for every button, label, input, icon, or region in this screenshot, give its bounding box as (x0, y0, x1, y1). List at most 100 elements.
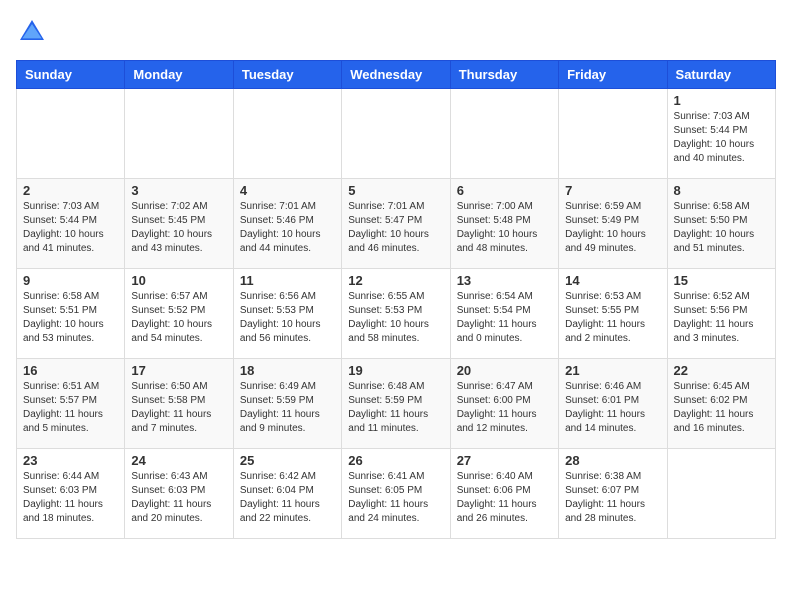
day-info: Sunrise: 6:50 AM Sunset: 5:58 PM Dayligh… (131, 380, 226, 436)
weekday-thursday: Thursday (450, 61, 558, 89)
calendar-cell: 26 Sunrise: 6:41 AM Sunset: 6:05 PM Dayli… (342, 449, 450, 539)
day-info: Sunrise: 6:41 AM Sunset: 6:05 PM Dayligh… (348, 470, 443, 526)
calendar-cell: 5Sunrise: 7:01 AM Sunset: 5:47 PM Daylig… (342, 179, 450, 269)
week-row-1: 2Sunrise: 7:03 AM Sunset: 5:44 PM Daylig… (17, 179, 776, 269)
day-number: 1 (674, 93, 769, 108)
weekday-saturday: Saturday (667, 61, 775, 89)
day-number: 21 (565, 363, 660, 378)
calendar-cell: 21 Sunrise: 6:46 AM Sunset: 6:01 PM Dayli… (559, 359, 667, 449)
day-info: Sunrise: 6:43 AM Sunset: 6:03 PM Dayligh… (131, 470, 226, 526)
calendar-cell: 20 Sunrise: 6:47 AM Sunset: 6:00 PM Dayli… (450, 359, 558, 449)
calendar-cell: 25Sunrise: 6:42 AM Sunset: 6:04 PM Dayli… (233, 449, 341, 539)
calendar-cell: 12 Sunrise: 6:55 AM Sunset: 5:53 PM Dayli… (342, 269, 450, 359)
day-number: 27 (457, 453, 552, 468)
day-info: Sunrise: 6:52 AM Sunset: 5:56 PM Dayligh… (674, 290, 769, 346)
logo (16, 16, 52, 48)
calendar-cell: 19 Sunrise: 6:48 AM Sunset: 5:59 PM Dayli… (342, 359, 450, 449)
day-number: 10 (131, 273, 226, 288)
day-number: 19 (348, 363, 443, 378)
day-info: Sunrise: 6:45 AM Sunset: 6:02 PM Dayligh… (674, 380, 769, 436)
calendar-cell (342, 89, 450, 179)
calendar-cell (667, 449, 775, 539)
day-info: Sunrise: 6:42 AM Sunset: 6:04 PM Dayligh… (240, 470, 335, 526)
day-number: 22 (674, 363, 769, 378)
day-number: 3 (131, 183, 226, 198)
calendar-cell: 3Sunrise: 7:02 AM Sunset: 5:45 PM Daylig… (125, 179, 233, 269)
day-number: 18 (240, 363, 335, 378)
day-number: 16 (23, 363, 118, 378)
day-number: 14 (565, 273, 660, 288)
day-number: 11 (240, 273, 335, 288)
day-number: 28 (565, 453, 660, 468)
weekday-monday: Monday (125, 61, 233, 89)
day-number: 9 (23, 273, 118, 288)
day-info: Sunrise: 7:00 AM Sunset: 5:48 PM Dayligh… (457, 200, 552, 256)
day-info: Sunrise: 6:46 AM Sunset: 6:01 PM Dayligh… (565, 380, 660, 436)
day-info: Sunrise: 6:57 AM Sunset: 5:52 PM Dayligh… (131, 290, 226, 346)
day-info: Sunrise: 6:54 AM Sunset: 5:54 PM Dayligh… (457, 290, 552, 346)
calendar-cell: 6 Sunrise: 7:00 AM Sunset: 5:48 PM Daylig… (450, 179, 558, 269)
day-info: Sunrise: 6:53 AM Sunset: 5:55 PM Dayligh… (565, 290, 660, 346)
calendar-cell: 8 Sunrise: 6:58 AM Sunset: 5:50 PM Daylig… (667, 179, 775, 269)
day-info: Sunrise: 6:40 AM Sunset: 6:06 PM Dayligh… (457, 470, 552, 526)
day-number: 7 (565, 183, 660, 198)
day-number: 13 (457, 273, 552, 288)
weekday-tuesday: Tuesday (233, 61, 341, 89)
calendar-cell: 14 Sunrise: 6:53 AM Sunset: 5:55 PM Dayli… (559, 269, 667, 359)
calendar-table: SundayMondayTuesdayWednesdayThursdayFrid… (16, 60, 776, 539)
weekday-friday: Friday (559, 61, 667, 89)
calendar-cell (450, 89, 558, 179)
day-info: Sunrise: 6:55 AM Sunset: 5:53 PM Dayligh… (348, 290, 443, 346)
week-row-0: 1 Sunrise: 7:03 AM Sunset: 5:44 PM Daylig… (17, 89, 776, 179)
calendar-cell: 22 Sunrise: 6:45 AM Sunset: 6:02 PM Dayli… (667, 359, 775, 449)
day-number: 8 (674, 183, 769, 198)
calendar-cell: 23 Sunrise: 6:44 AM Sunset: 6:03 PM Dayli… (17, 449, 125, 539)
calendar-cell: 17 Sunrise: 6:50 AM Sunset: 5:58 PM Dayli… (125, 359, 233, 449)
calendar-cell: 7Sunrise: 6:59 AM Sunset: 5:49 PM Daylig… (559, 179, 667, 269)
calendar-cell: 10 Sunrise: 6:57 AM Sunset: 5:52 PM Dayli… (125, 269, 233, 359)
day-number: 12 (348, 273, 443, 288)
weekday-sunday: Sunday (17, 61, 125, 89)
day-number: 17 (131, 363, 226, 378)
day-info: Sunrise: 7:01 AM Sunset: 5:46 PM Dayligh… (240, 200, 335, 256)
day-info: Sunrise: 6:47 AM Sunset: 6:00 PM Dayligh… (457, 380, 552, 436)
calendar-cell: 9 Sunrise: 6:58 AM Sunset: 5:51 PM Daylig… (17, 269, 125, 359)
calendar-cell: 16 Sunrise: 6:51 AM Sunset: 5:57 PM Dayli… (17, 359, 125, 449)
calendar-cell: 2Sunrise: 7:03 AM Sunset: 5:44 PM Daylig… (17, 179, 125, 269)
page-header (16, 16, 776, 48)
calendar-cell: 4Sunrise: 7:01 AM Sunset: 5:46 PM Daylig… (233, 179, 341, 269)
day-number: 20 (457, 363, 552, 378)
week-row-2: 9 Sunrise: 6:58 AM Sunset: 5:51 PM Daylig… (17, 269, 776, 359)
calendar-cell (233, 89, 341, 179)
day-number: 24 (131, 453, 226, 468)
day-info: Sunrise: 6:44 AM Sunset: 6:03 PM Dayligh… (23, 470, 118, 526)
calendar-cell (17, 89, 125, 179)
day-info: Sunrise: 7:03 AM Sunset: 5:44 PM Dayligh… (23, 200, 118, 256)
day-info: Sunrise: 6:49 AM Sunset: 5:59 PM Dayligh… (240, 380, 335, 436)
calendar-cell (559, 89, 667, 179)
calendar-cell: 27 Sunrise: 6:40 AM Sunset: 6:06 PM Dayli… (450, 449, 558, 539)
calendar-cell (125, 89, 233, 179)
weekday-header-row: SundayMondayTuesdayWednesdayThursdayFrid… (17, 61, 776, 89)
day-info: Sunrise: 6:51 AM Sunset: 5:57 PM Dayligh… (23, 380, 118, 436)
logo-icon (16, 16, 48, 48)
day-number: 26 (348, 453, 443, 468)
day-info: Sunrise: 7:01 AM Sunset: 5:47 PM Dayligh… (348, 200, 443, 256)
day-number: 15 (674, 273, 769, 288)
calendar-cell: 24 Sunrise: 6:43 AM Sunset: 6:03 PM Dayli… (125, 449, 233, 539)
day-info: Sunrise: 6:38 AM Sunset: 6:07 PM Dayligh… (565, 470, 660, 526)
day-info: Sunrise: 6:48 AM Sunset: 5:59 PM Dayligh… (348, 380, 443, 436)
day-info: Sunrise: 6:58 AM Sunset: 5:51 PM Dayligh… (23, 290, 118, 346)
day-info: Sunrise: 6:58 AM Sunset: 5:50 PM Dayligh… (674, 200, 769, 256)
day-number: 6 (457, 183, 552, 198)
day-info: Sunrise: 7:03 AM Sunset: 5:44 PM Dayligh… (674, 110, 769, 166)
calendar-cell: 18 Sunrise: 6:49 AM Sunset: 5:59 PM Dayli… (233, 359, 341, 449)
calendar-cell: 15 Sunrise: 6:52 AM Sunset: 5:56 PM Dayli… (667, 269, 775, 359)
calendar-body: 1 Sunrise: 7:03 AM Sunset: 5:44 PM Daylig… (17, 89, 776, 539)
calendar-cell: 13 Sunrise: 6:54 AM Sunset: 5:54 PM Dayli… (450, 269, 558, 359)
calendar-cell: 28 Sunrise: 6:38 AM Sunset: 6:07 PM Dayli… (559, 449, 667, 539)
calendar-cell: 11 Sunrise: 6:56 AM Sunset: 5:53 PM Dayli… (233, 269, 341, 359)
day-number: 23 (23, 453, 118, 468)
calendar-cell: 1 Sunrise: 7:03 AM Sunset: 5:44 PM Daylig… (667, 89, 775, 179)
day-info: Sunrise: 6:56 AM Sunset: 5:53 PM Dayligh… (240, 290, 335, 346)
